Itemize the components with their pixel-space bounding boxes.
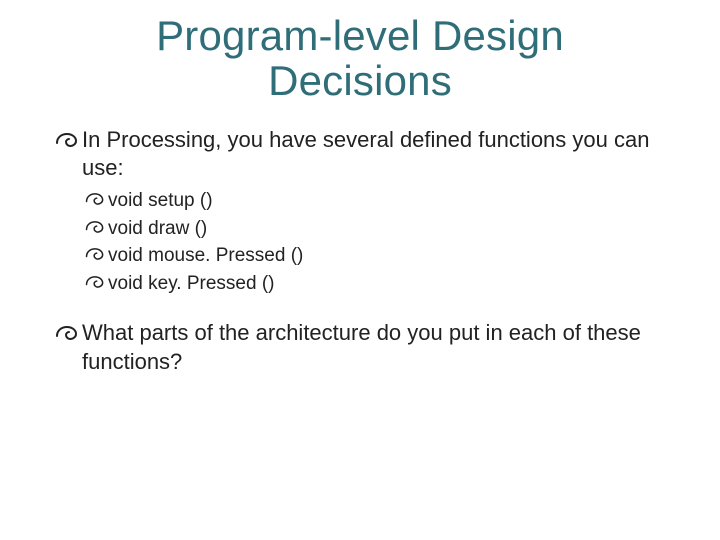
bullet-text: void draw () — [108, 215, 660, 243]
bullet-text: void setup () — [108, 187, 660, 215]
swirl-icon — [84, 244, 106, 264]
bullet-text: void key. Pressed () — [108, 270, 660, 298]
swirl-icon — [54, 322, 80, 344]
slide-title: Program-level Design Decisions — [60, 0, 660, 126]
swirl-icon — [84, 217, 106, 237]
bullet-level-2: void key. Pressed () — [84, 270, 660, 298]
slide: Program-level Design Decisions In Proces… — [0, 0, 720, 540]
bullet-level-2: void draw () — [84, 215, 660, 243]
swirl-icon — [54, 129, 80, 151]
bullet-text: void mouse. Pressed () — [108, 242, 660, 270]
bullet-text: What parts of the architecture do you pu… — [82, 319, 660, 376]
bullet-level-1: In Processing, you have several defined … — [54, 126, 660, 183]
bullet-level-2: void setup () — [84, 187, 660, 215]
bullet-text: In Processing, you have several defined … — [82, 126, 660, 183]
bullet-level-1: What parts of the architecture do you pu… — [54, 319, 660, 376]
swirl-icon — [84, 189, 106, 209]
swirl-icon — [84, 272, 106, 292]
bullet-level-2: void mouse. Pressed () — [84, 242, 660, 270]
